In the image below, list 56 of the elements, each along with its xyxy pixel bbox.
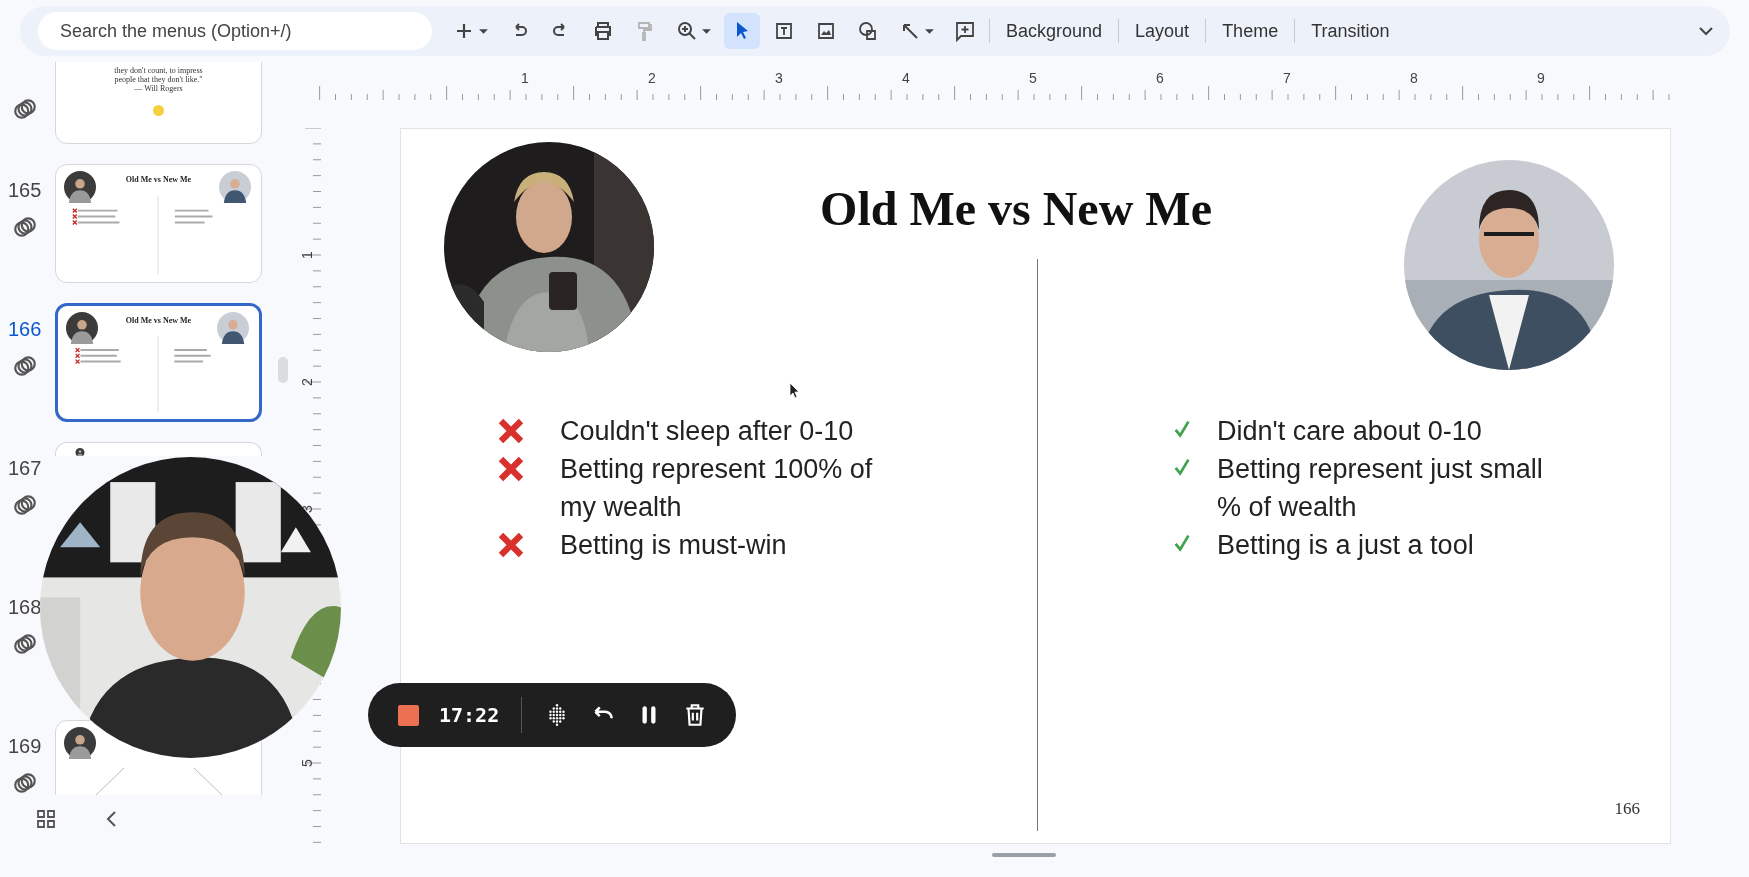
ruler-number: 1 [521, 70, 529, 86]
slide-thumbnail[interactable]: Old Me vs New Me [55, 164, 262, 283]
cross-icon [496, 416, 526, 446]
quote-line: they don't count, to impress [114, 66, 203, 75]
slide-number: 165 [8, 179, 42, 202]
search-field[interactable]: Search the menus (Option+/) [38, 12, 432, 50]
bullet-text: Betting represent 100% of my wealth [560, 453, 874, 524]
slide-number: 169 [8, 735, 42, 758]
quote-line: — Will Rogers [134, 84, 183, 93]
slide-thumbnail[interactable] [55, 442, 262, 456]
select-tool[interactable] [724, 13, 760, 49]
bullet-text: Couldn't sleep after 0-10 [560, 415, 855, 448]
ruler-number: 9 [1537, 70, 1545, 86]
slide-number: 168 [8, 596, 42, 619]
page-number: 166 [1614, 799, 1640, 819]
ruler-number: 3 [775, 70, 783, 86]
cross-icon [496, 530, 526, 560]
ruler-number: 2 [298, 378, 315, 386]
menu-button[interactable]: Background [996, 14, 1113, 48]
slide-thumbnail[interactable]: Old Me vs New Me [55, 303, 262, 422]
grid-view-icon[interactable] [34, 807, 58, 831]
stop-icon[interactable] [398, 704, 419, 726]
menu-button[interactable]: Theme [1212, 14, 1289, 48]
slide-number: 166 [8, 318, 42, 341]
bullet-text: Betting is a just a tool [1217, 529, 1475, 562]
menu-button[interactable]: Transition [1301, 14, 1400, 48]
linked-rings-icon [12, 631, 38, 657]
thumbnail-title: Old Me vs New Me [124, 316, 193, 325]
linked-rings-icon [12, 353, 38, 379]
linked-rings-icon [12, 96, 38, 122]
menu-button[interactable]: Layout [1125, 14, 1200, 48]
cross-icon [496, 454, 526, 484]
ruler-number: 5 [1029, 70, 1037, 86]
bullet-text: Didn't care about 0-10 [1217, 415, 1483, 448]
slide-number: 167 [8, 457, 42, 480]
dot-icon [153, 105, 164, 116]
slide-title: Old Me vs New Me [819, 181, 1213, 236]
bullet-text: Betting represent just small % of wealth [1217, 453, 1544, 524]
thumbnail-title: Old Me vs New Me [124, 175, 193, 184]
add-comment-icon [953, 19, 977, 43]
ruler-number: 7 [1283, 70, 1291, 86]
ruler-number: 1 [298, 251, 315, 259]
recording-time: 17:22 [439, 703, 500, 727]
ruler-number: 5 [298, 759, 315, 767]
bullet-text: Betting is must-win [560, 529, 788, 562]
linked-rings-icon [12, 214, 38, 240]
slide-thumbnail[interactable]: they don't count, to impress people that they don't like." — Will Rogers [55, 62, 262, 144]
ruler-number: 8 [1410, 70, 1418, 86]
linked-rings-icon [12, 492, 38, 518]
mouse-pointer-icon [789, 382, 801, 400]
quote-line: people that they don't like." [114, 75, 203, 84]
scrollbar-thumb[interactable] [278, 357, 288, 383]
ruler-number: 2 [648, 70, 656, 86]
ruler-number: 6 [1156, 70, 1164, 86]
linked-rings-icon [12, 770, 38, 795]
ruler-number: 4 [902, 70, 910, 86]
